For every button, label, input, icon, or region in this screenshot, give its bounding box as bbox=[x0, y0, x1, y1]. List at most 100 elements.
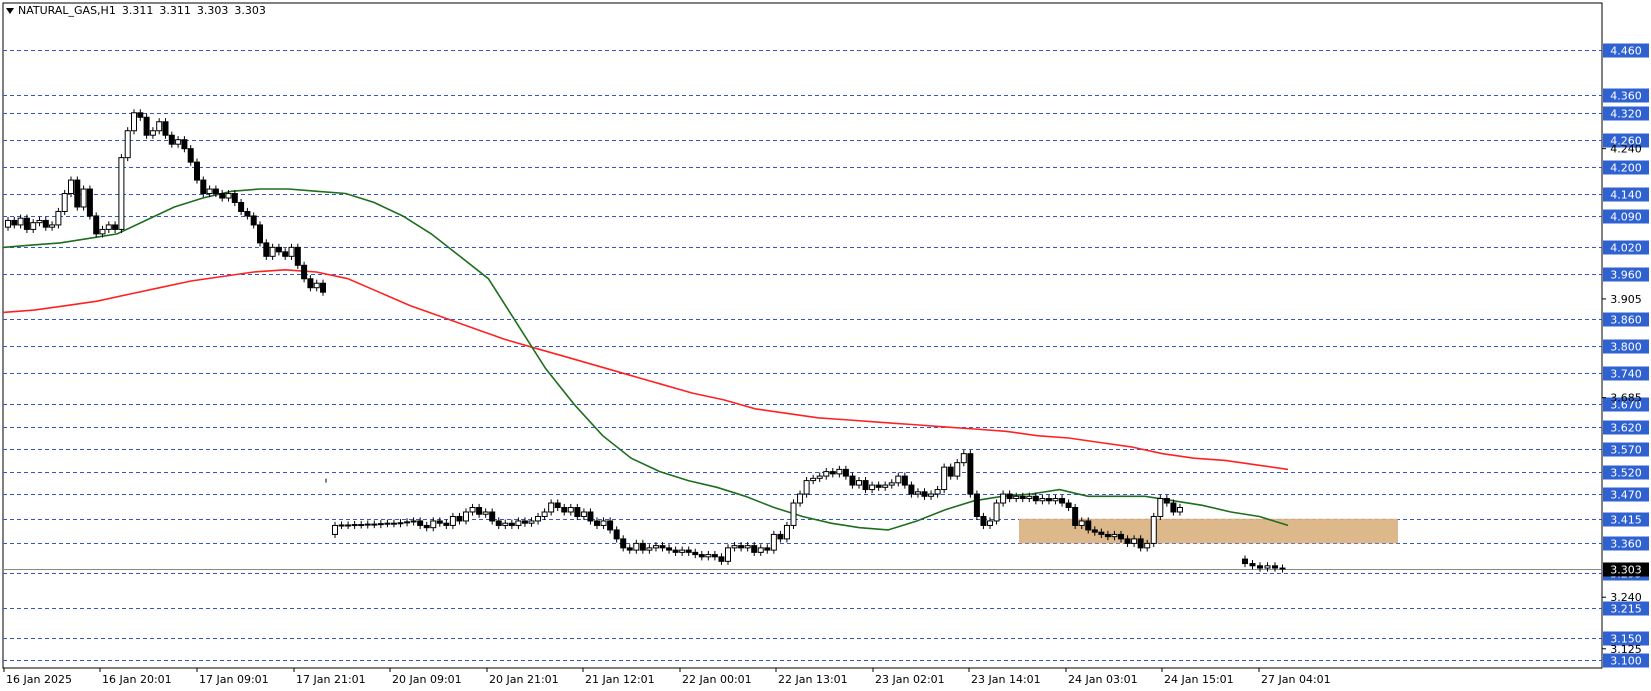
candle-body[interactable] bbox=[371, 523, 378, 526]
candle-body[interactable] bbox=[364, 523, 371, 526]
candle-body[interactable] bbox=[482, 511, 489, 515]
candle-body[interactable] bbox=[149, 130, 156, 136]
candle-body[interactable] bbox=[1000, 493, 1007, 504]
candle-body[interactable] bbox=[973, 493, 980, 517]
candle-body[interactable] bbox=[377, 523, 384, 526]
candle-body[interactable] bbox=[162, 121, 169, 136]
candle-body[interactable] bbox=[633, 542, 640, 551]
candle-body[interactable] bbox=[74, 179, 81, 208]
candle-body[interactable] bbox=[600, 520, 607, 526]
candle-body[interactable] bbox=[456, 515, 463, 522]
price-chart[interactable]: 4.4604.3604.3204.2604.2004.1404.0904.020… bbox=[0, 0, 1651, 691]
candle-body[interactable] bbox=[1098, 531, 1105, 535]
candle-body[interactable] bbox=[1131, 538, 1138, 544]
candle-body[interactable] bbox=[502, 522, 509, 526]
candle-body[interactable] bbox=[137, 112, 144, 118]
candle-body[interactable] bbox=[1045, 498, 1052, 502]
candle-body[interactable] bbox=[967, 453, 974, 495]
candle-body[interactable] bbox=[384, 522, 391, 525]
candle-body[interactable] bbox=[659, 545, 666, 549]
candle-body[interactable] bbox=[307, 278, 314, 289]
candle-body[interactable] bbox=[1059, 498, 1066, 504]
candle-body[interactable] bbox=[960, 453, 967, 464]
candle-body[interactable] bbox=[1163, 498, 1170, 504]
candle-body[interactable] bbox=[613, 529, 620, 540]
candle-body[interactable] bbox=[1118, 533, 1124, 540]
candle-body[interactable] bbox=[1272, 565, 1278, 569]
candle-body[interactable] bbox=[181, 139, 188, 150]
candle-body[interactable] bbox=[1137, 538, 1144, 549]
fast-moving-average-line[interactable] bbox=[2, 188, 1289, 531]
candle-body[interactable] bbox=[856, 480, 862, 486]
candle-body[interactable] bbox=[410, 520, 417, 523]
candle-body[interactable] bbox=[587, 511, 594, 522]
candle-body[interactable] bbox=[541, 511, 548, 517]
candle-body[interactable] bbox=[1157, 498, 1164, 517]
candle-body[interactable] bbox=[764, 547, 771, 551]
candle-body[interactable] bbox=[928, 493, 935, 497]
candle-body[interactable] bbox=[86, 188, 93, 217]
candle-body[interactable] bbox=[436, 520, 443, 524]
candle-body[interactable] bbox=[783, 524, 790, 540]
candle-body[interactable] bbox=[1279, 567, 1286, 570]
candle-body[interactable] bbox=[672, 549, 679, 553]
candle-body[interactable] bbox=[143, 116, 150, 136]
candle-body[interactable] bbox=[751, 545, 758, 553]
candle-body[interactable] bbox=[194, 161, 200, 181]
candle-body[interactable] bbox=[652, 545, 659, 549]
candle-body[interactable] bbox=[390, 522, 397, 525]
candle-body[interactable] bbox=[358, 524, 365, 527]
candle-body[interactable] bbox=[901, 475, 908, 486]
candle-body[interactable] bbox=[646, 547, 653, 551]
candle-body[interactable] bbox=[469, 507, 476, 513]
candle-body[interactable] bbox=[620, 538, 627, 549]
candle-body[interactable] bbox=[301, 264, 308, 280]
candle-body[interactable] bbox=[849, 475, 856, 486]
candle-body[interactable] bbox=[934, 489, 941, 495]
candle-body[interactable] bbox=[495, 520, 502, 526]
candle-body[interactable] bbox=[124, 130, 131, 159]
candle-body[interactable] bbox=[626, 547, 633, 551]
candle-body[interactable] bbox=[685, 549, 692, 553]
candle-body[interactable] bbox=[908, 484, 915, 495]
candle-body[interactable] bbox=[862, 480, 869, 491]
candle-body[interactable] bbox=[692, 551, 699, 556]
candle-body[interactable] bbox=[112, 224, 119, 230]
candle-body[interactable] bbox=[489, 511, 496, 522]
candle-body[interactable] bbox=[118, 157, 125, 230]
candle-body[interactable] bbox=[1052, 498, 1059, 502]
candle-body[interactable] bbox=[68, 179, 74, 195]
candle-body[interactable] bbox=[1144, 542, 1151, 549]
candle-body[interactable] bbox=[238, 202, 245, 212]
candle-body[interactable] bbox=[1264, 565, 1271, 569]
candle-body[interactable] bbox=[36, 219, 43, 224]
candle-body[interactable] bbox=[430, 520, 437, 529]
candle-body[interactable] bbox=[535, 515, 542, 522]
candle-body[interactable] bbox=[1091, 529, 1098, 533]
candle-body[interactable] bbox=[980, 515, 987, 526]
candle-body[interactable] bbox=[55, 210, 62, 226]
candle-body[interactable] bbox=[797, 493, 804, 504]
candle-body[interactable] bbox=[1085, 520, 1092, 531]
candle-body[interactable] bbox=[574, 507, 581, 517]
candle-body[interactable] bbox=[594, 520, 600, 526]
candle-body[interactable] bbox=[17, 217, 24, 226]
candle-body[interactable] bbox=[1078, 520, 1085, 526]
candle-body[interactable] bbox=[1072, 507, 1079, 526]
candle-body[interactable] bbox=[607, 520, 614, 531]
candle-body[interactable] bbox=[639, 542, 646, 551]
candle-body[interactable] bbox=[521, 520, 528, 524]
candle-body[interactable] bbox=[731, 545, 738, 549]
candle-body[interactable] bbox=[244, 210, 251, 217]
candle-body[interactable] bbox=[941, 466, 948, 491]
candle-body[interactable] bbox=[263, 242, 270, 257]
candle-body[interactable] bbox=[105, 224, 112, 230]
candle-body[interactable] bbox=[810, 477, 817, 482]
candle-body[interactable] bbox=[1019, 495, 1026, 500]
candle-body[interactable] bbox=[1006, 493, 1013, 500]
candle-body[interactable] bbox=[404, 521, 411, 524]
candle-body[interactable] bbox=[49, 224, 56, 228]
candle-body[interactable] bbox=[351, 524, 358, 527]
candle-body[interactable] bbox=[1249, 563, 1256, 567]
candle-body[interactable] bbox=[269, 246, 276, 257]
